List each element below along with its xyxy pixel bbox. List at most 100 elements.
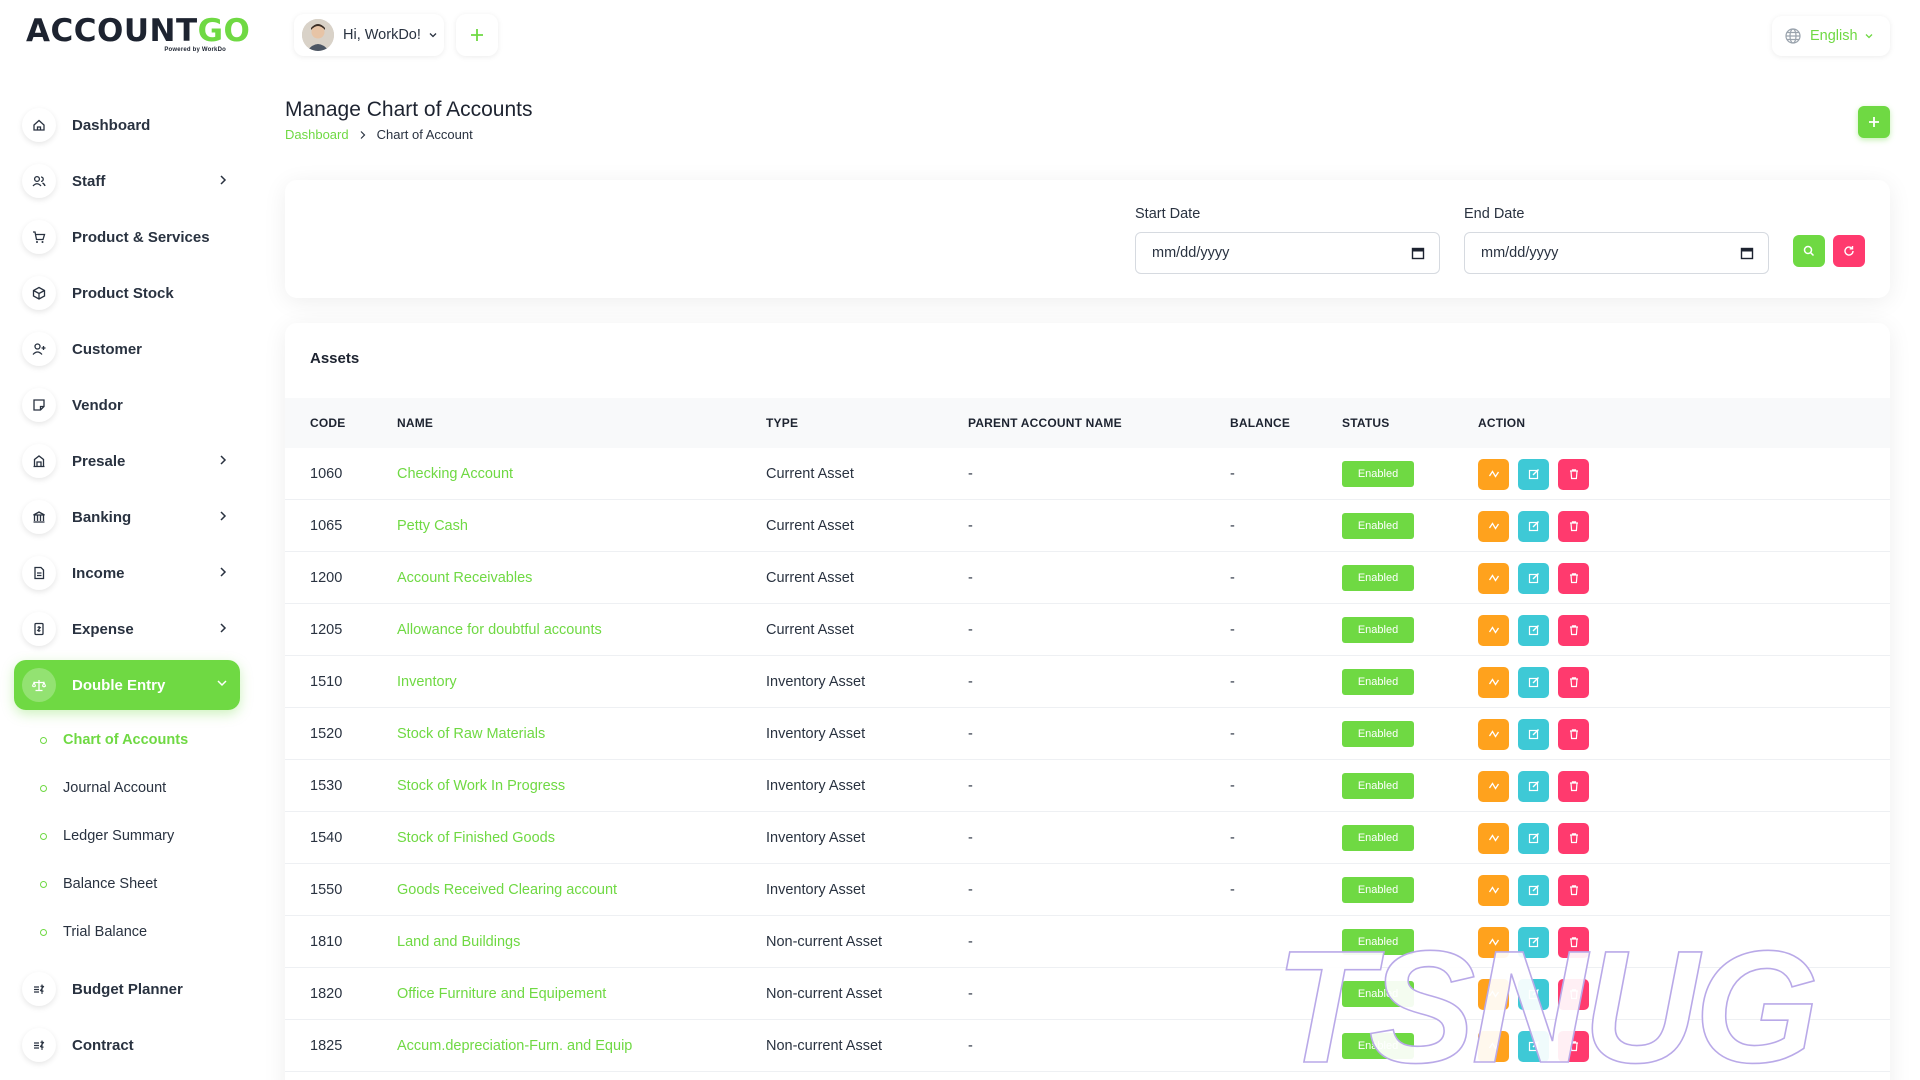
transaction-button[interactable] [1478, 718, 1509, 750]
edit-button[interactable] [1518, 822, 1549, 854]
edit-button[interactable] [1518, 666, 1549, 698]
code-cell: 1510 [310, 674, 343, 690]
sidebar-item-contract[interactable]: Contract [14, 1020, 240, 1070]
delete-button[interactable] [1558, 822, 1589, 854]
account-name-link[interactable]: Allowance for doubtful accounts [397, 604, 602, 656]
account-name-link[interactable]: Stock of Work In Progress [397, 760, 565, 812]
start-date-input[interactable]: mm/dd/yyyy [1135, 232, 1440, 274]
edit-button[interactable] [1518, 718, 1549, 750]
breadcrumb-current: Chart of Account [376, 127, 473, 142]
edit-button[interactable] [1518, 770, 1549, 802]
transaction-button[interactable] [1478, 666, 1509, 698]
app-logo[interactable]: ACCOUNTGO Powered by WorkDo [26, 14, 250, 54]
create-account-button[interactable] [1858, 106, 1890, 138]
status-cell: Enabled [1342, 708, 1414, 760]
transaction-button[interactable] [1478, 562, 1509, 594]
account-name-link[interactable]: Checking Account [397, 448, 513, 500]
sidebar-item-double-entry[interactable]: Double Entry [14, 660, 240, 710]
sidebar-item-dashboard[interactable]: Dashboard [14, 100, 240, 150]
balance-cell: - [1230, 622, 1235, 638]
submenu-item-journal-account[interactable]: Journal Account [14, 764, 240, 812]
submenu-item-label: Balance Sheet [63, 876, 158, 892]
user-menu-button[interactable]: Hi, WorkDo! [294, 14, 444, 56]
delete-button[interactable] [1558, 510, 1589, 542]
apply-filter-button[interactable] [1793, 235, 1825, 267]
sidebar-item-product-and-services[interactable]: Product & Services [14, 212, 240, 262]
table-row: 1530 Stock of Work In Progress Inventory A… [285, 760, 1890, 812]
transaction-button[interactable] [1478, 1030, 1509, 1062]
account-name-link[interactable]: Inventory [397, 656, 457, 708]
status-cell: Enabled [1342, 500, 1414, 552]
sidebar-item-budget-planner[interactable]: Budget Planner [14, 964, 240, 1014]
wave-icon [1488, 780, 1500, 792]
breadcrumb-home-link[interactable]: Dashboard [285, 127, 349, 142]
submenu-item-chart-of-accounts[interactable]: Chart of Accounts [14, 716, 240, 764]
wave-icon [1488, 520, 1500, 532]
plus-icon [1867, 115, 1881, 129]
delete-button[interactable] [1558, 978, 1589, 1010]
edit-button[interactable] [1518, 614, 1549, 646]
column-header-balance: BALANCE [1230, 416, 1291, 430]
submenu-item-label: Trial Balance [63, 924, 148, 940]
account-name-link[interactable]: Stock of Raw Materials [397, 708, 545, 760]
parent-cell: - [968, 518, 973, 534]
transaction-button[interactable] [1478, 822, 1509, 854]
language-selector[interactable]: English [1772, 16, 1890, 56]
end-date-value: mm/dd/yyyy [1481, 245, 1559, 261]
edit-button[interactable] [1518, 926, 1549, 958]
transaction-button[interactable] [1478, 770, 1509, 802]
transaction-button[interactable] [1478, 874, 1509, 906]
transaction-button[interactable] [1478, 510, 1509, 542]
action-cell [1478, 448, 1598, 500]
sidebar-item-banking[interactable]: Banking [14, 492, 240, 542]
sidebar-item-expense[interactable]: Expense [14, 604, 240, 654]
delete-button[interactable] [1558, 562, 1589, 594]
account-name-link[interactable]: Stock of Finished Goods [397, 812, 555, 864]
sidebar-item-presale[interactable]: Presale [14, 436, 240, 486]
transaction-button[interactable] [1478, 926, 1509, 958]
sidebar-item-income[interactable]: Income [14, 548, 240, 598]
reset-filter-button[interactable] [1833, 235, 1865, 267]
account-name-link[interactable]: Office Furniture and Equipement [397, 968, 606, 1020]
delete-button[interactable] [1558, 874, 1589, 906]
sidebar-item-vendor[interactable]: Vendor [14, 380, 240, 430]
account-name-link[interactable]: Account Receivables [397, 552, 532, 604]
sidebar-item-customer[interactable]: Customer [14, 324, 240, 374]
bullet-icon [40, 736, 47, 744]
delete-button[interactable] [1558, 666, 1589, 698]
account-name-link[interactable]: Petty Cash [397, 500, 468, 552]
edit-button[interactable] [1518, 978, 1549, 1010]
delete-button[interactable] [1558, 614, 1589, 646]
delete-button[interactable] [1558, 1030, 1589, 1062]
edit-button[interactable] [1518, 874, 1549, 906]
account-name-link[interactable]: Accum.depreciation-Furn. and Equip [397, 1020, 632, 1072]
balance-cell: - [1230, 518, 1235, 534]
transaction-button[interactable] [1478, 978, 1509, 1010]
submenu-item-balance-sheet[interactable]: Balance Sheet [14, 860, 240, 908]
code-cell: 1520 [310, 726, 343, 742]
edit-icon [1528, 832, 1540, 844]
delete-button[interactable] [1558, 770, 1589, 802]
account-name-link[interactable]: Land and Buildings [397, 916, 520, 968]
quick-add-button[interactable] [456, 14, 498, 56]
edit-button[interactable] [1518, 458, 1549, 490]
edit-button[interactable] [1518, 510, 1549, 542]
trash-icon [1568, 468, 1580, 480]
delete-button[interactable] [1558, 458, 1589, 490]
transaction-button[interactable] [1478, 614, 1509, 646]
edit-button[interactable] [1518, 1030, 1549, 1062]
account-name-link[interactable]: Goods Received Clearing account [397, 864, 617, 916]
submenu-item-trial-balance[interactable]: Trial Balance [14, 908, 240, 956]
sidebar-item-staff[interactable]: Staff [14, 156, 240, 206]
submenu-item-ledger-summary[interactable]: Ledger Summary [14, 812, 240, 860]
delete-button[interactable] [1558, 718, 1589, 750]
chevron-right-icon [359, 130, 367, 140]
delete-button[interactable] [1558, 926, 1589, 958]
sidebar-item-label: Product & Services [72, 228, 210, 246]
trash-icon [1568, 884, 1580, 896]
bullet-icon [40, 880, 47, 888]
end-date-input[interactable]: mm/dd/yyyy [1464, 232, 1769, 274]
transaction-button[interactable] [1478, 458, 1509, 490]
sidebar-item-product-stock[interactable]: Product Stock [14, 268, 240, 318]
edit-button[interactable] [1518, 562, 1549, 594]
